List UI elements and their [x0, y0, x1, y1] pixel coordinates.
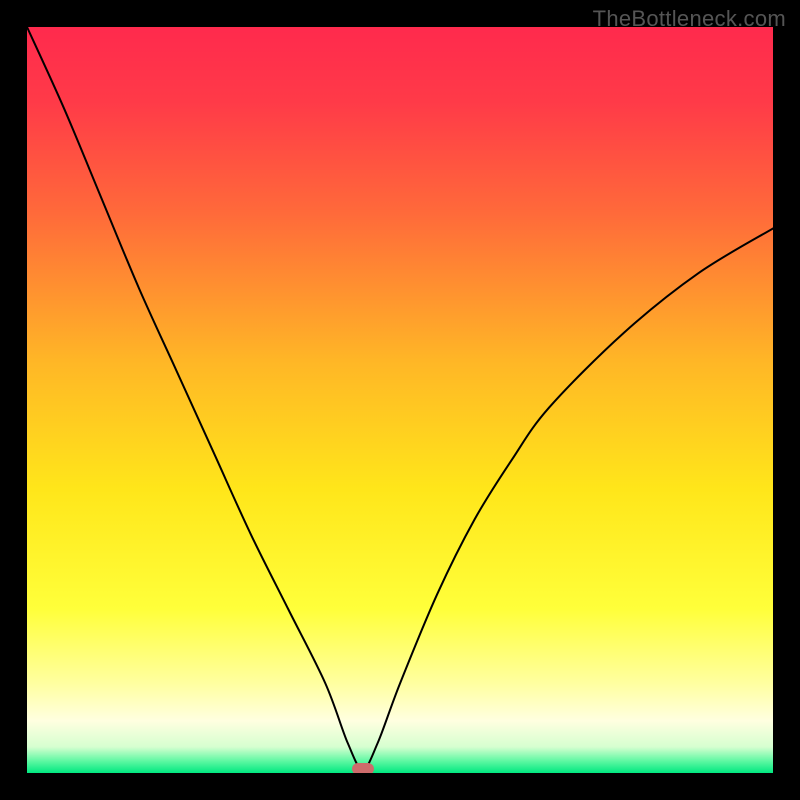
bottleneck-curve [27, 27, 773, 773]
plot-area [27, 27, 773, 773]
optimal-point-marker [352, 763, 374, 773]
chart-frame: TheBottleneck.com [0, 0, 800, 800]
watermark-text: TheBottleneck.com [593, 6, 786, 32]
